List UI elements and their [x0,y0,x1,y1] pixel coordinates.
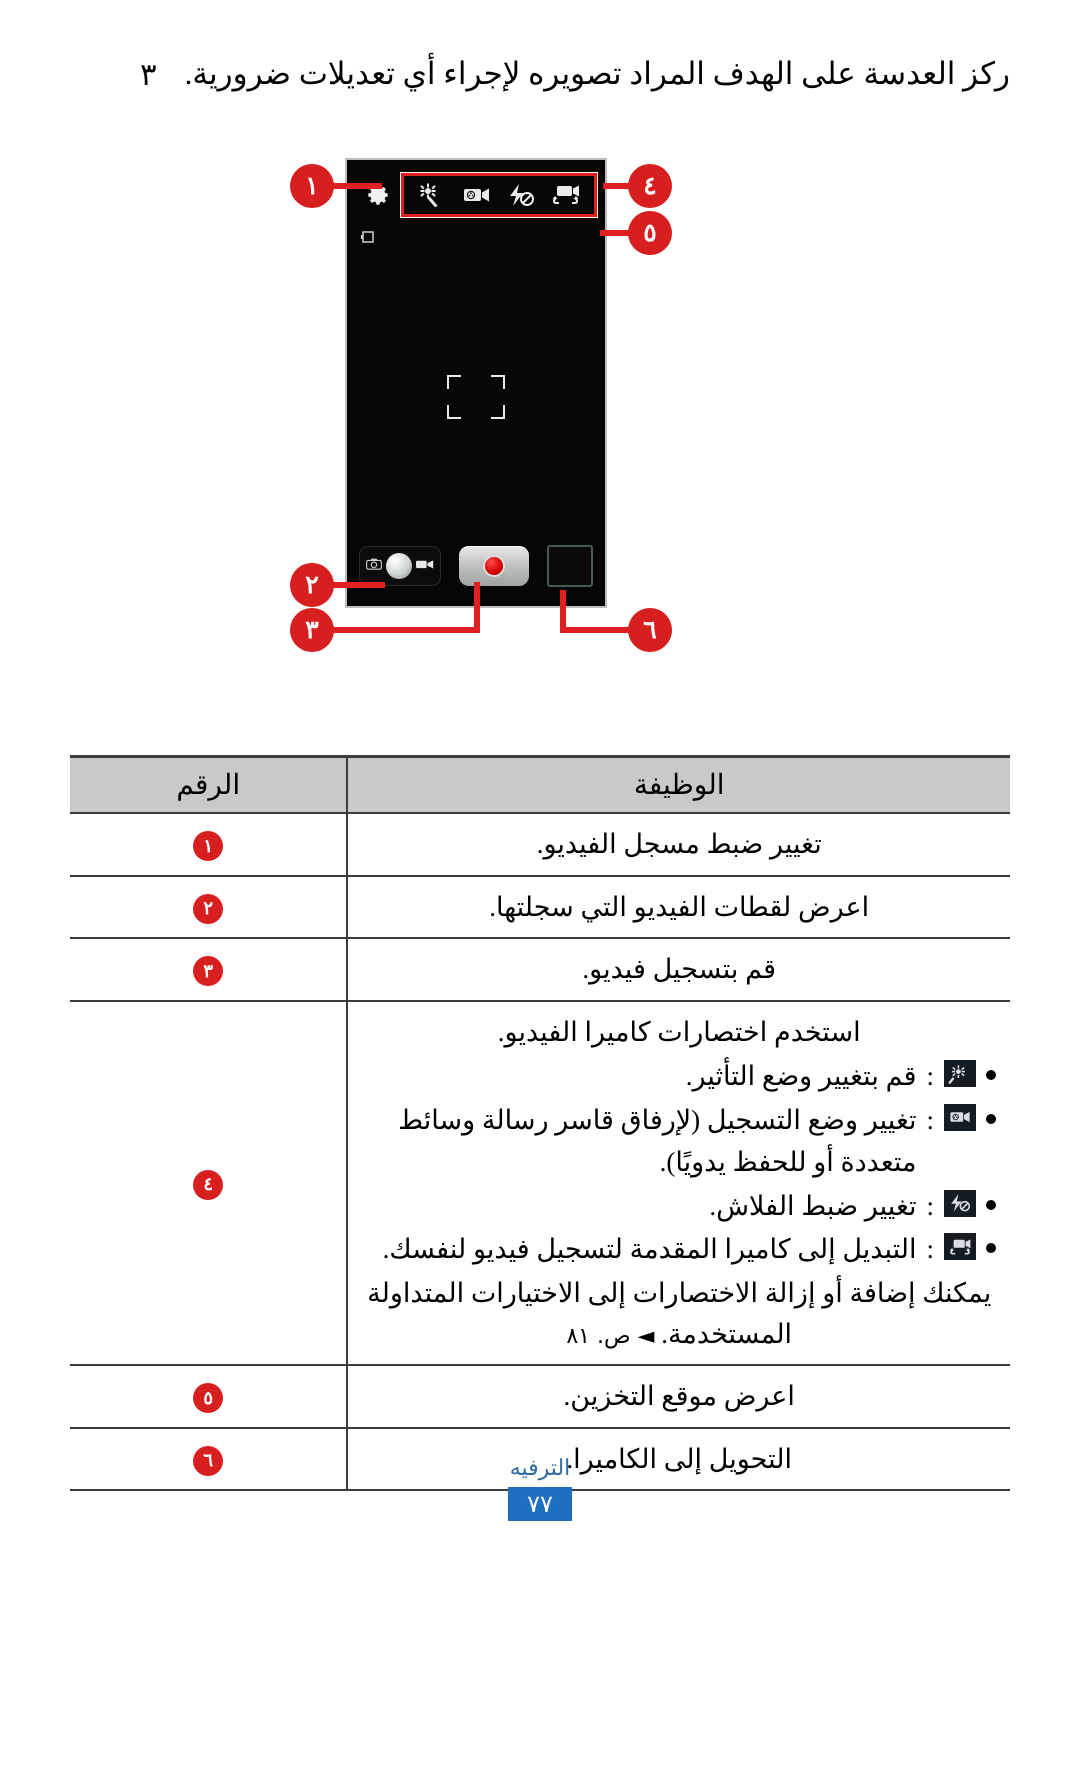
phone-mockup [345,158,607,608]
camera-preview-screen [347,160,605,606]
flash-off-icon[interactable] [506,183,536,207]
header-number: الرقم [70,756,348,814]
bullet-dot-icon [986,1070,996,1080]
step-text: ركز العدسة على الهدف المراد تصويره لإجرا… [184,56,1010,91]
bullet-dot-icon [986,1113,996,1124]
row-3-number: ٣ [70,938,348,1002]
leader-line-3b [474,582,480,632]
recording-mode-camcorder-icon[interactable] [462,183,492,207]
bullet-colon: : [926,1234,934,1265]
row-3-function: قم بتسجيل فيديو. [346,938,1010,1002]
toggle-knob [386,553,412,579]
leader-line-3a [325,627,480,633]
bullet-dot-icon [986,1243,996,1254]
switch-camera-icon [944,1233,976,1261]
switch-camera-icon[interactable] [551,183,581,207]
callout-2: ٢ [290,563,334,607]
focus-brackets [447,375,505,419]
callout-3: ٣ [290,608,334,652]
row-4-tail-text: يمكنك إضافة أو إزالة الاختصارات إلى الاخ… [367,1278,992,1349]
row-4-function: استخدم اختصارات كاميرا الفيديو.: قم بتغ… [346,1000,1010,1367]
row-3-text: قم بتسجيل فيديو. [582,954,776,984]
effects-wand-icon [944,1060,976,1087]
gallery-thumbnail[interactable] [547,545,593,587]
callout-6: ٦ [628,608,672,652]
row-4-intro: استخدم اختصارات كاميرا الفيديو. [497,1016,861,1047]
row-2-text: اعرض لقطات الفيديو التي سجلتها. [489,891,870,922]
row-2-function: اعرض لقطات الفيديو التي سجلتها. [346,875,1010,939]
table-row: اعرض موقع التخزين. ٥ [70,1365,1010,1429]
shortcut-bullet-list: : قم بتغيير وضع التأثير.: تغيير وضع الت… [362,1056,996,1271]
row-1-text: تغيير ضبط مسجل الفيديو. [536,829,822,859]
table-row: تغيير ضبط مسجل الفيديو. ١ [70,813,1010,877]
page-footer: الترفيه ٧٧ [0,1455,1080,1521]
row-4-number: ٤ [70,1000,348,1367]
row-1-number: ١ [70,813,348,877]
camcorder-illustration: ١ ٤ ٥ ٢ ٣ ٦ [0,150,1080,652]
camera-video-mode-toggle[interactable] [359,546,441,586]
bullet-text: التبديل إلى كاميرا المقدمة لتسجيل فيديو … [382,1234,917,1265]
leader-line-6b [560,590,566,632]
focus-bracket-top-right [491,375,505,389]
list-item: : تغيير وضع التسجيل (لإرفاق قاسر رسالة و… [362,1100,996,1184]
step-instruction: ركز العدسة على الهدف المراد تصويره لإجرا… [140,52,1010,98]
step-number: ٣ [140,57,157,92]
row-number-badge: ٥ [193,1383,224,1414]
bullet-dot-icon [986,1199,996,1210]
record-dot-icon [483,555,505,577]
storage-location-icon [361,230,375,243]
page-number: ٧٧ [508,1487,572,1521]
header-function: الوظيفة [346,756,1010,814]
table-row: استخدم اختصارات كاميرا الفيديو.: قم بتغ… [70,1000,1010,1367]
camera-top-toolbar [355,172,598,218]
shortcuts-bar-highlight [400,172,598,218]
focus-bracket-bottom-right [491,405,505,419]
flash-off-icon [944,1189,976,1217]
callout-1: ١ [290,164,334,208]
row-4-page-reference: ◄ ص. ٨١ [566,1323,655,1349]
bullet-text: تغيير ضبط الفلاش. [709,1190,917,1221]
list-item: : تغيير ضبط الفلاش. [362,1186,996,1228]
recording-mode-camcorder-icon [944,1103,976,1131]
list-item: : التبديل إلى كاميرا المقدمة لتسجيل فيدي… [362,1229,996,1271]
row-number-badge: ٤ [193,1169,224,1200]
camera-icon [366,557,382,575]
callout-5: ٥ [628,211,672,255]
row-2-number: ٢ [70,875,348,939]
row-1-function: تغيير ضبط مسجل الفيديو. [346,813,1010,877]
callout-4: ٤ [628,164,672,208]
focus-bracket-bottom-left [447,405,461,419]
table-row: اعرض لقطات الفيديو التي سجلتها. ٢ [70,875,1010,939]
effects-wand-icon[interactable] [417,183,447,207]
focus-bracket-top-left [447,375,461,389]
bullet-colon: : [926,1190,934,1221]
bullet-text: قم بتغيير وضع التأثير. [685,1061,917,1091]
camcorder-icon [416,557,434,575]
bullet-colon: : [926,1061,934,1091]
row-5-text: اعرض موقع التخزين. [563,1381,795,1412]
bullet-text: تغيير وضع التسجيل (لإرفاق قاسر رسالة وسا… [398,1104,917,1177]
record-button[interactable] [459,546,529,586]
bullet-colon: : [926,1104,934,1135]
table-row: قم بتسجيل فيديو. ٣ [70,938,1010,1002]
row-5-function: اعرض موقع التخزين. [346,1365,1010,1429]
list-item: : قم بتغيير وضع التأثير. [362,1056,996,1098]
footer-section-label: الترفيه [509,1455,571,1480]
row-number-badge: ١ [193,831,224,861]
row-number-badge: ٣ [193,956,224,986]
function-table: الوظيفة الرقم تغيير ضبط مسجل الفيديو. ١ … [70,755,1010,1492]
row-5-number: ٥ [70,1365,348,1429]
row-4-tail: يمكنك إضافة أو إزالة الاختصارات إلى الاخ… [362,1273,996,1354]
table-header-row: الوظيفة الرقم [70,756,1010,814]
row-number-badge: ٢ [193,893,224,924]
